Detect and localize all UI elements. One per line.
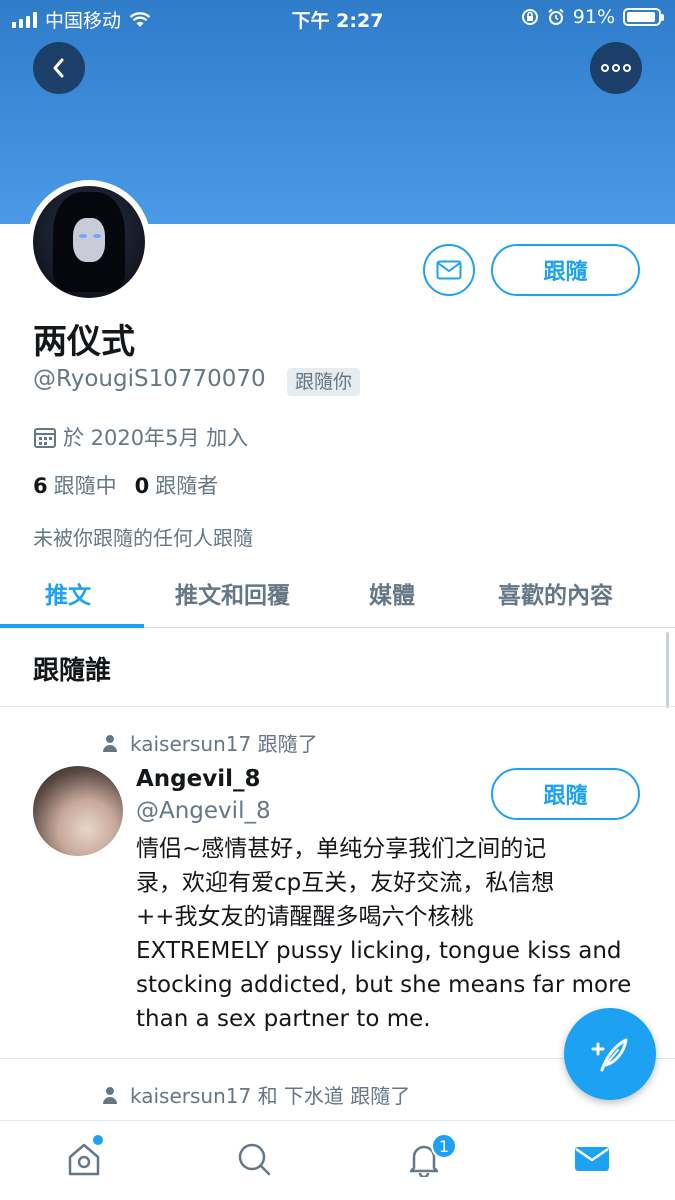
message-button[interactable] [423,244,475,296]
calendar-icon [34,428,56,448]
social-context: kaisersun17 跟隨了 [100,728,318,757]
person-icon [103,734,117,752]
tab-tweets-and-replies[interactable]: 推文和回覆 [175,576,290,610]
following-link[interactable]: 6 跟隨中 [33,470,117,500]
following-count: 6 [33,474,48,498]
back-button[interactable] [33,42,85,94]
joined-label: 於 2020年5月 加入 [63,426,249,450]
tab-messages[interactable] [572,1139,612,1179]
profile-handle: @RyougiS10770070 [33,366,266,392]
active-tab-indicator [0,624,144,628]
home-icon [68,1143,100,1176]
status-bar: 中国移动 下午 2:27 91% [0,0,675,36]
profile-name: 两仪式 [33,322,135,362]
followers-count: 0 [134,474,150,498]
bio-line: stocking addicted, but she means far mor… [136,972,632,998]
social-context-text: kaisersun17 跟隨了 [130,732,318,756]
follow-button[interactable]: 跟隨 [491,244,640,296]
battery-icon [623,8,664,26]
bottom-tab-bar [0,1120,675,1200]
tab-search[interactable] [234,1139,274,1179]
follow-counts: 6 跟隨中 0 跟隨者 [33,470,218,500]
divider [0,706,675,707]
alarm-icon [548,8,564,25]
battery-percent: 91% [572,6,615,28]
not-followed-by-text: 未被你跟隨的任何人跟隨 [33,526,253,550]
scrollbar[interactable] [666,632,669,708]
tab-media[interactable]: 媒體 [369,576,415,610]
home-new-dot [93,1135,103,1145]
compose-feather-icon [591,1038,628,1072]
compose-tweet-button[interactable] [564,1008,656,1100]
orientation-lock-icon [521,9,538,25]
who-to-follow-title: 跟隨誰 [33,656,112,686]
suggested-user-avatar[interactable] [33,766,123,856]
joined-date: 於 2020年5月 加入 [33,422,248,452]
search-icon [238,1143,271,1176]
suggested-user-bio: 情侣~感情甚好，单纯分享我们之间的记 录，欢迎有爱cp互关，友好交流，私信想 +… [136,832,648,1036]
envelope-icon [436,260,462,280]
notification-badge: 1 [431,1133,457,1159]
envelope-icon [575,1147,609,1171]
followers-label: 跟隨者 [155,474,219,498]
person-icon [103,1086,117,1104]
more-options-button[interactable] [590,42,642,94]
tab-likes[interactable]: 喜歡的內容 [498,576,613,610]
bio-line: ++我女友的请醒醒多喝六个核桃 [136,904,474,930]
tab-tweets[interactable]: 推文 [45,576,91,610]
bio-line: 情侣~感情甚好，单纯分享我们之间的记 [136,836,547,862]
followers-link[interactable]: 0 跟隨者 [135,470,219,500]
bio-line: 录，欢迎有爱cp互关，友好交流，私信想 [136,870,555,896]
suggested-user-name[interactable]: Angevil_8 [136,766,261,792]
following-label: 跟隨中 [53,474,117,498]
social-context: kaisersun17 和 下水道 跟隨了 [100,1080,410,1109]
social-context-text: kaisersun17 和 下水道 跟隨了 [130,1084,411,1108]
more-dots-icon [601,64,631,72]
profile-tabs: 推文 推文和回覆 媒體 喜歡的內容 [0,566,675,628]
tab-home[interactable] [64,1139,104,1179]
suggested-user-handle: @Angevil_8 [136,798,271,824]
chevron-left-icon [53,58,64,78]
follows-you-badge: 跟隨你 [287,368,361,396]
profile-avatar[interactable] [27,180,151,304]
bio-line: EXTREMELY pussy licking, tongue kiss and [136,938,622,964]
follow-suggested-button[interactable]: 跟隨 [491,768,640,820]
